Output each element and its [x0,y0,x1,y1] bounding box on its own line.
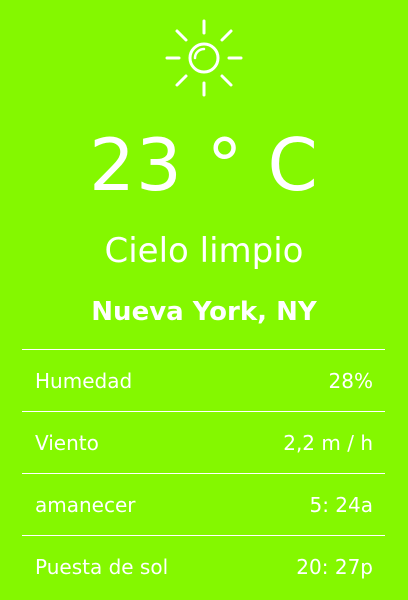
weather-details-list: Humedad 28% Viento 2,2 m / h amanecer 5:… [22,349,385,597]
detail-value: 2,2 m / h [283,430,373,455]
detail-label: Viento [35,430,99,455]
detail-row-humidity: Humedad 28% [22,350,385,412]
weather-condition: Cielo limpio [104,231,304,271]
detail-label: amanecer [35,492,136,517]
detail-row-sunset: Puesta de sol 20: 27p [22,536,385,597]
detail-row-sunrise: amanecer 5: 24a [22,474,385,536]
detail-row-wind: Viento 2,2 m / h [22,412,385,474]
detail-value: 5: 24a [309,492,373,517]
city-name: Nueva York, NY [91,297,317,327]
detail-label: Puesta de sol [35,554,169,579]
detail-value: 20: 27p [296,554,373,579]
sun-icon [165,19,243,97]
detail-label: Humedad [35,368,133,393]
detail-value: 28% [328,368,373,393]
temperature: 23 ° C [89,123,319,207]
